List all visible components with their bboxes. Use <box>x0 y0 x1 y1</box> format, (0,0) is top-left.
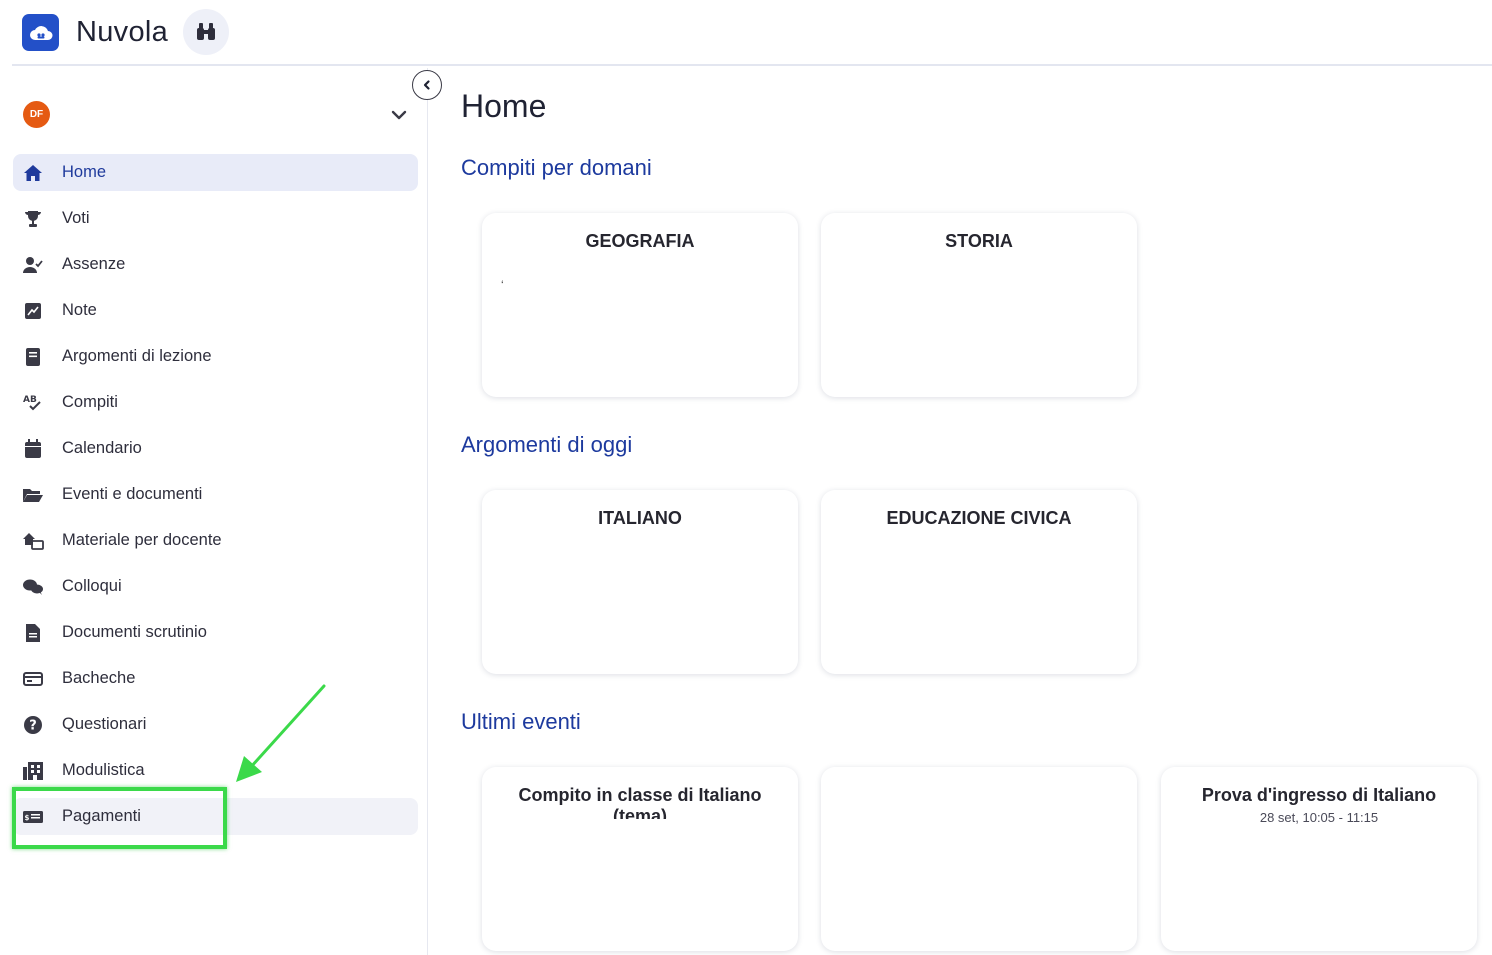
sidebar-item-colloqui[interactable]: Colloqui <box>13 568 418 605</box>
trophy-icon <box>22 208 44 229</box>
event-card[interactable] <box>821 767 1137 951</box>
sidebar-item-questionari[interactable]: ? Questionari <box>13 706 418 743</box>
topic-card-italiano[interactable]: ITALIANO <box>482 490 798 674</box>
sidebar-item-label: Modulistica <box>62 761 145 779</box>
comments-icon <box>22 576 44 597</box>
collapse-sidebar-button[interactable] <box>412 70 442 100</box>
sidebar-item-label: Compiti <box>62 393 118 411</box>
card-subtitle: 28 set, 10:05 - 11:15 <box>1259 810 1379 825</box>
folder-open-icon <box>22 484 44 505</box>
card-title: STORIA <box>945 231 1013 251</box>
app-title: Nuvola <box>76 16 169 48</box>
binoculars-icon <box>197 23 215 40</box>
sidebar-item-label: Calendario <box>62 439 142 457</box>
house-share-icon <box>22 530 44 551</box>
card-title: ITALIANO <box>598 508 682 528</box>
sidebar-item-label: Note <box>62 301 97 319</box>
sidebar-item-home[interactable]: Home <box>13 154 418 191</box>
chevron-left-icon <box>423 80 430 90</box>
user-selector[interactable]: DF <box>23 101 415 128</box>
main-content: Home Compiti per domani GEOGRAFIA ‘ STOR… <box>429 68 1492 955</box>
file-icon <box>22 622 44 643</box>
card-title: Compito in classe di Italiano (tema) <box>518 785 762 819</box>
sidebar-item-label: Materiale per docente <box>62 531 222 549</box>
page-title: Home <box>461 88 547 124</box>
homework-card-storia[interactable]: STORIA <box>821 213 1137 397</box>
calendar-icon <box>22 438 44 459</box>
home-icon <box>22 162 44 183</box>
sidebar-item-eventi[interactable]: Eventi e documenti <box>13 476 418 513</box>
annotation-highlight <box>12 787 227 849</box>
sidebar-item-assenze[interactable]: Assenze <box>13 246 418 283</box>
sidebar-item-argomenti[interactable]: Argomenti di lezione <box>13 338 418 375</box>
note-icon <box>22 300 44 321</box>
svg-text:AB: AB <box>23 395 37 405</box>
topic-card-educazione-civica[interactable]: EDUCAZIONE CIVICA <box>821 490 1137 674</box>
sidebar-item-label: Questionari <box>62 715 147 733</box>
building-icon <box>22 760 44 781</box>
user-check-icon <box>22 254 44 275</box>
sidebar-item-documenti-scrutinio[interactable]: Documenti scrutinio <box>13 614 418 651</box>
sidebar-item-label: Documenti scrutinio <box>62 623 207 641</box>
sidebar-item-bacheche[interactable]: Bacheche <box>13 660 418 697</box>
cloud-logo-icon[interactable] <box>22 14 59 51</box>
sidebar-item-label: Eventi e documenti <box>62 485 203 503</box>
binoculars-search-button[interactable] <box>183 9 229 55</box>
card-title: GEOGRAFIA <box>585 231 695 251</box>
annotation-arrow <box>236 684 326 782</box>
board-icon <box>22 668 44 689</box>
sidebar-item-label: Assenze <box>62 255 126 273</box>
card-title: Prova d'ingresso di Italiano <box>1201 785 1437 805</box>
sidebar-item-calendario[interactable]: Calendario <box>13 430 418 467</box>
section-title-argomenti: Argomenti di oggi <box>461 432 633 457</box>
section-title-compiti: Compiti per domani <box>461 155 652 180</box>
sidebar-item-voti[interactable]: Voti <box>13 200 418 237</box>
section-title-eventi: Ultimi eventi <box>461 709 581 734</box>
sidebar-item-label: Bacheche <box>62 669 136 687</box>
svg-text:?: ? <box>29 718 37 733</box>
sidebar-item-modulistica[interactable]: Modulistica <box>13 752 418 789</box>
card-mark: ‘ <box>501 278 504 292</box>
event-card[interactable]: Compito in classe di Italiano (tema) <box>482 767 798 951</box>
sidebar-item-note[interactable]: Note <box>13 292 418 329</box>
sidebar-item-compiti[interactable]: AB Compiti <box>13 384 418 421</box>
sidebar-item-label: Voti <box>62 209 90 227</box>
homework-card-geografia[interactable]: GEOGRAFIA ‘ <box>482 213 798 397</box>
event-card[interactable]: Prova d'ingresso di Italiano 28 set, 10:… <box>1161 767 1477 951</box>
sidebar-item-label: Argomenti di lezione <box>62 347 212 365</box>
card-title: EDUCAZIONE CIVICA <box>886 508 1072 528</box>
sidebar-item-label: Colloqui <box>62 577 122 595</box>
chevron-down-icon[interactable] <box>389 105 409 125</box>
question-circle-icon: ? <box>22 714 44 735</box>
top-bar: Nuvola <box>12 0 1492 66</box>
sidebar-item-materiale[interactable]: Materiale per docente <box>13 522 418 559</box>
sidebar-item-label: Home <box>62 163 107 181</box>
book-icon <box>22 346 44 367</box>
avatar: DF <box>23 101 50 128</box>
spellcheck-icon: AB <box>22 392 44 413</box>
